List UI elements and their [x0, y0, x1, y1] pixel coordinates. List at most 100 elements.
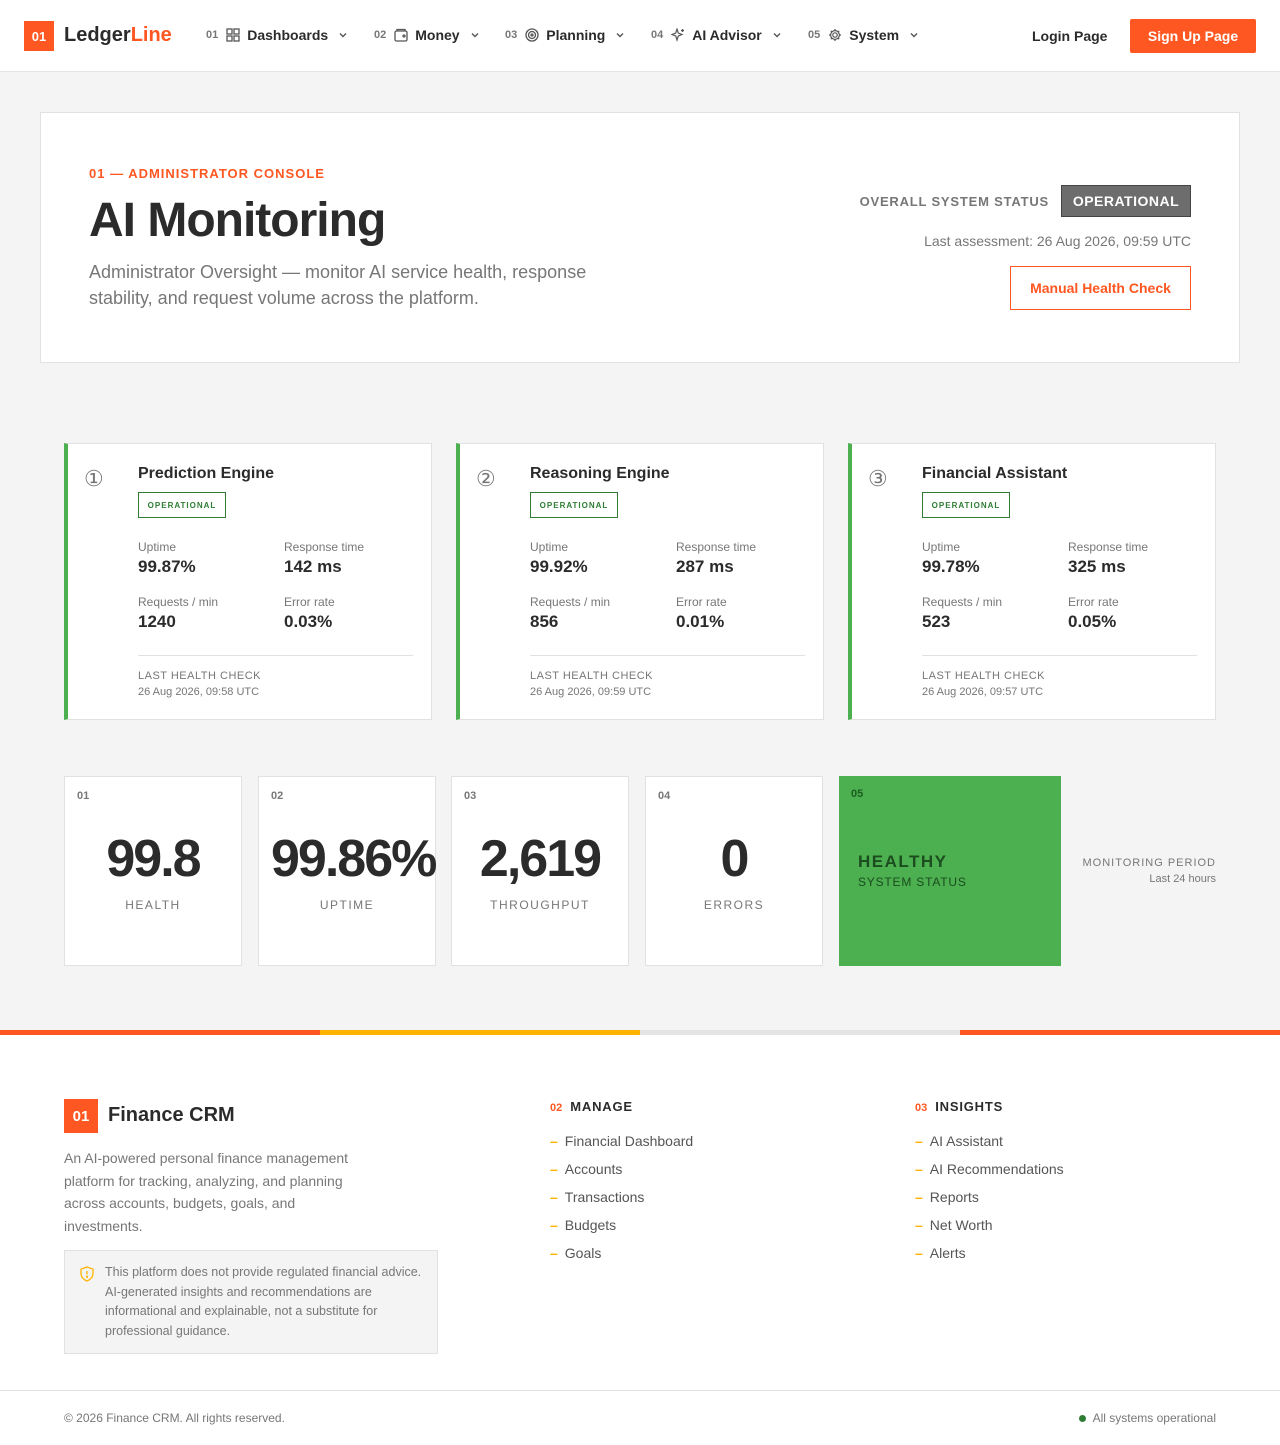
shield-alert-icon	[80, 1266, 94, 1282]
footer-logo-badge[interactable]: 01	[64, 1099, 98, 1133]
footer: 01 Finance CRM An AI-powered personal fi…	[0, 1035, 1280, 1445]
kpi-value: 99.8	[106, 830, 201, 888]
kpi-number: 02	[271, 790, 284, 802]
footer-link-ai-recommendations[interactable]: – AI Recommendations	[915, 1155, 1064, 1183]
last-health-check-time: 26 Aug 2026, 09:58 UTC	[138, 686, 260, 698]
hero-panel: 01 — ADMINISTRATOR CONSOLE AI Monitoring…	[40, 112, 1240, 363]
kpi-number: 04	[658, 790, 671, 802]
footer-link-goals[interactable]: – Goals	[550, 1239, 693, 1267]
dash-bullet: –	[915, 1133, 923, 1149]
status-badge: OPERATIONAL	[138, 492, 226, 518]
top-nav: 01 LedgerLine 01 Dashboards 02 Money 03 …	[0, 0, 1280, 72]
footer-link-financial-dashboard[interactable]: – Financial Dashboard	[550, 1127, 693, 1155]
footer-link-label: Reports	[929, 1189, 979, 1205]
nav-item-money[interactable]: 02 Money	[374, 26, 480, 44]
error-rate-value: 0.01%	[676, 612, 725, 631]
footer-link-ai-assistant[interactable]: – AI Assistant	[915, 1127, 1064, 1155]
kpi-throughput: 03 2,619 THROUGHPUT	[451, 776, 629, 966]
error-rate-value: 0.03%	[284, 612, 333, 631]
nav-item-number: 03	[505, 29, 518, 41]
footer-link-budgets[interactable]: – Budgets	[550, 1211, 693, 1239]
dash-bullet: –	[550, 1245, 558, 1261]
hero-eyebrow: 01 — ADMINISTRATOR CONSOLE	[89, 166, 325, 181]
nav-item-dashboards[interactable]: 01 Dashboards	[206, 26, 348, 44]
service-card-prediction-engine: ① Prediction Engine OPERATIONAL Uptime 9…	[64, 443, 432, 720]
service-name: Prediction Engine	[138, 465, 275, 482]
response-time-label: Response time	[676, 540, 757, 554]
status-badge: OPERATIONAL	[922, 492, 1010, 518]
kpi-number: 03	[464, 790, 477, 802]
kpi-label: SYSTEM STATUS	[858, 875, 967, 889]
footer-link-label: Net Worth	[929, 1217, 993, 1233]
last-assessment: Last assessment: 26 Aug 2026, 09:59 UTC	[924, 233, 1191, 249]
nav-item-planning[interactable]: 03 Planning	[505, 26, 625, 44]
disclaimer-notice: This platform does not provide regulated…	[64, 1250, 438, 1354]
signup-button[interactable]: Sign Up Page	[1130, 19, 1256, 53]
brand-name[interactable]: LedgerLine	[64, 24, 172, 47]
kpi-value: HEALTHY	[858, 852, 948, 871]
footer-link-label: AI Assistant	[929, 1133, 1003, 1149]
dash-bullet: –	[550, 1161, 558, 1177]
status-dot	[1078, 1414, 1086, 1422]
service-name: Financial Assistant	[922, 465, 1068, 482]
sparkle-icon	[671, 28, 685, 42]
nav-item-ai-advisor[interactable]: 04 AI Advisor	[651, 26, 782, 44]
kpi-errors: 04 0 ERRORS	[645, 776, 823, 966]
nav-item-number: 05	[808, 29, 821, 41]
kpi-number: 01	[77, 790, 90, 802]
divider	[530, 655, 805, 656]
footer-link-accounts[interactable]: – Accounts	[550, 1155, 693, 1183]
response-time-value: 325 ms	[1068, 557, 1126, 576]
chevron-down-icon	[338, 30, 348, 40]
requests-value: 523	[922, 612, 951, 631]
divider	[138, 655, 413, 656]
kpi-uptime: 02 99.86% UPTIME	[258, 776, 437, 966]
divider	[922, 655, 1197, 656]
requests-label: Requests / min	[138, 595, 219, 609]
kpi-label: HEALTH	[125, 898, 181, 912]
disclaimer-text: This platform does not provide regulated…	[105, 1265, 422, 1338]
kpi-value: 2,619	[479, 830, 602, 888]
nav-item-system[interactable]: 05 System	[808, 26, 919, 44]
gear-icon	[828, 28, 842, 42]
wallet-icon	[394, 28, 408, 42]
footer-link-label: Budgets	[564, 1217, 617, 1233]
overall-status-label: OVERALL SYSTEM STATUS	[859, 194, 1049, 209]
footer-link-alerts[interactable]: – Alerts	[915, 1239, 1064, 1267]
grid-icon	[226, 28, 240, 42]
dash-bullet: –	[550, 1189, 558, 1205]
kpi-label: UPTIME	[319, 898, 375, 912]
nav-item-label: Planning	[546, 27, 606, 43]
last-health-check-label: LAST HEALTH CHECK	[922, 670, 1046, 682]
footer-link-label: Goals	[564, 1245, 602, 1261]
overall-status-badge: OPERATIONAL	[1061, 185, 1191, 217]
footer-link-label: Financial Dashboard	[564, 1133, 694, 1149]
error-rate-value: 0.05%	[1068, 612, 1117, 631]
footer-link-label: Accounts	[564, 1161, 623, 1177]
footer-brand[interactable]: Finance CRM	[108, 1104, 235, 1127]
dash-bullet: –	[915, 1217, 923, 1233]
page-title: AI Monitoring	[89, 194, 386, 247]
kpi-label: THROUGHPUT	[490, 898, 590, 912]
nav-item-label: AI Advisor	[692, 27, 762, 43]
footer-link-net-worth[interactable]: – Net Worth	[915, 1211, 1064, 1239]
footer-link-transactions[interactable]: – Transactions	[550, 1183, 693, 1211]
brand-main: Ledger	[64, 24, 131, 46]
footer-divider	[0, 1390, 1280, 1391]
footer-column-number: 03	[915, 1102, 928, 1114]
copyright: © 2026 Finance CRM. All rights reserved.	[64, 1411, 285, 1425]
uptime-label: Uptime	[530, 540, 569, 554]
nav-item-label: Money	[415, 27, 460, 43]
uptime-label: Uptime	[138, 540, 177, 554]
nav-item-number: 02	[374, 29, 387, 41]
monitoring-period-label: MONITORING PERIOD	[1082, 857, 1216, 869]
login-link[interactable]: Login Page	[1032, 28, 1107, 44]
system-status-text: All systems operational	[1092, 1411, 1216, 1425]
system-status-indicator: All systems operational	[1078, 1411, 1216, 1425]
logo-badge[interactable]: 01	[24, 21, 54, 51]
nav-item-number: 04	[651, 29, 664, 41]
last-health-check-time: 26 Aug 2026, 09:59 UTC	[530, 686, 652, 698]
dash-bullet: –	[915, 1189, 923, 1205]
manual-health-check-button[interactable]: Manual Health Check	[1010, 266, 1191, 310]
footer-link-reports[interactable]: – Reports	[915, 1183, 1064, 1211]
